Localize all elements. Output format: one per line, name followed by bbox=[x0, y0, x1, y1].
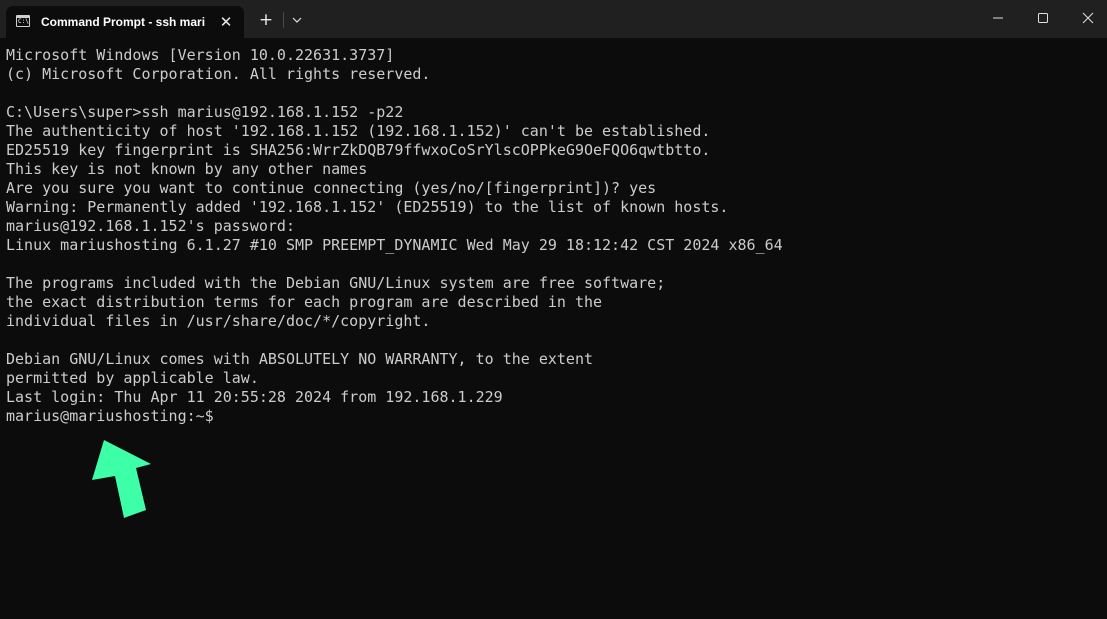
terminal-line: (c) Microsoft Corporation. All rights re… bbox=[6, 65, 431, 83]
close-icon bbox=[1082, 12, 1094, 24]
terminal-line: the exact distribution terms for each pr… bbox=[6, 293, 603, 311]
terminal-line: C:\Users\super>ssh marius@192.168.1.152 … bbox=[6, 103, 404, 121]
chevron-down-icon[interactable] bbox=[288, 11, 306, 29]
arrow-up-icon bbox=[92, 440, 151, 518]
tab-separator bbox=[283, 12, 284, 28]
terminal-line: Warning: Permanently added '192.168.1.15… bbox=[6, 198, 729, 216]
terminal-line: Linux mariushosting 6.1.27 #10 SMP PREEM… bbox=[6, 236, 783, 254]
terminal-line: Are you sure you want to continue connec… bbox=[6, 179, 657, 197]
terminal-line: permitted by applicable law. bbox=[6, 369, 259, 387]
cmd-icon: C:\ bbox=[16, 15, 30, 27]
terminal-line: individual files in /usr/share/doc/*/cop… bbox=[6, 312, 431, 330]
terminal-line: Last login: Thu Apr 11 20:55:28 2024 fro… bbox=[6, 388, 503, 406]
new-tab-button[interactable]: + bbox=[255, 9, 277, 31]
terminal-output[interactable]: Microsoft Windows [Version 10.0.22631.37… bbox=[6, 46, 1101, 606]
terminal-line: marius@192.168.1.152's password: bbox=[6, 217, 295, 235]
terminal-line: This key is not known by any other names bbox=[6, 160, 368, 178]
tab-command-prompt[interactable]: C:\ Command Prompt - ssh mari ✕ bbox=[6, 6, 244, 38]
maximize-icon bbox=[1038, 13, 1048, 23]
minimize-icon bbox=[993, 17, 1003, 19]
terminal-line: Microsoft Windows [Version 10.0.22631.37… bbox=[6, 46, 395, 64]
tab-close-icon[interactable]: ✕ bbox=[217, 13, 235, 31]
terminal-line: ED25519 key fingerprint is SHA256:WrrZkD… bbox=[6, 141, 711, 159]
close-window-button[interactable] bbox=[1065, 0, 1107, 36]
minimize-button[interactable] bbox=[975, 0, 1021, 36]
terminal-line: Debian GNU/Linux comes with ABSOLUTELY N… bbox=[6, 350, 593, 368]
tab-title: Command Prompt - ssh mari bbox=[41, 15, 206, 29]
terminal-prompt: marius@mariushosting:~$ bbox=[6, 407, 214, 425]
terminal-line: The programs included with the Debian GN… bbox=[6, 274, 666, 292]
terminal-line: The authenticity of host '192.168.1.152 … bbox=[6, 122, 711, 140]
maximize-button[interactable] bbox=[1020, 0, 1066, 36]
title-bar: C:\ Command Prompt - ssh mari ✕ + bbox=[0, 0, 1107, 38]
